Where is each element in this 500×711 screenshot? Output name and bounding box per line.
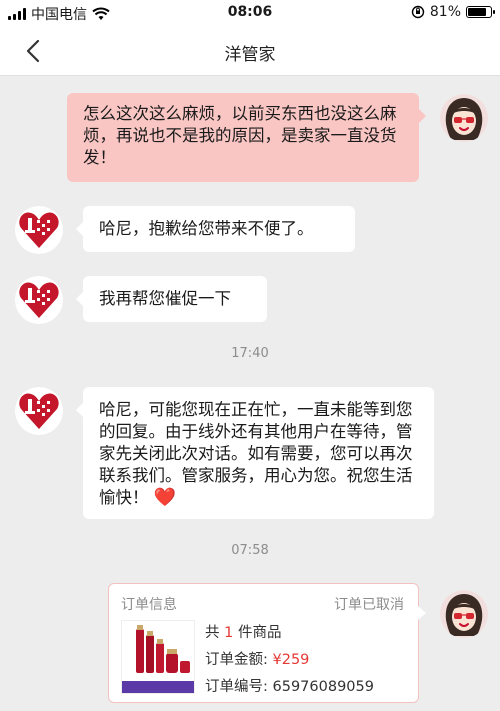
timestamp: 07:58 [231, 543, 269, 558]
order-number-label: 订单编号: [205, 679, 268, 695]
order-item-count: 共 1 件商品 [205, 621, 281, 642]
user-avatar[interactable] [440, 590, 488, 638]
message-text: 怎么这次这么麻烦，以前买东西也没这么麻烦，再说也不是我的原因，是卖家一直没货发！ [83, 104, 397, 167]
brand-logo-icon [15, 276, 63, 324]
message-bubble-self: 怎么这次这么麻烦，以前买东西也没这么麻烦，再说也不是我的原因，是卖家一直没货发！ [67, 93, 426, 182]
brand-logo-icon [15, 206, 63, 254]
order-card[interactable]: 订单信息 订单已取消 共 1 件商品 订单金额: ¥259 订单编号: 6597… [108, 583, 426, 703]
order-number-value: 65976089059 [272, 679, 374, 695]
message-bubble-agent: 哈尼，可能您现在正在忙，一直未能等到您的回复。由于线外还有其他用户在等待，管家先… [76, 387, 434, 519]
amount-value: ¥259 [272, 652, 310, 668]
brand-logo-icon [15, 387, 63, 435]
status-bar: 中国电信 08:06 81% [0, 0, 500, 26]
nav-bar: 洋管家 [0, 26, 500, 76]
order-status: 订单已取消 [334, 597, 404, 613]
order-amount: 订单金额: ¥259 [205, 648, 309, 669]
battery-icon [466, 6, 495, 18]
status-right: 81% [411, 4, 495, 20]
product-thumbnail[interactable] [121, 620, 195, 694]
battery-fill [468, 8, 486, 16]
message-bubble-agent: 哈尼，抱歉给您带来不便了。 [76, 206, 355, 252]
agent-avatar[interactable] [15, 206, 63, 254]
timestamp: 17:40 [231, 346, 269, 361]
agent-avatar[interactable] [15, 387, 63, 435]
count-prefix: 共 [205, 625, 220, 641]
chevron-left-icon[interactable] [20, 37, 48, 65]
product-image [122, 621, 194, 693]
heart-icon: ❤️ [153, 487, 177, 508]
message-text: 哈尼，抱歉给您带来不便了。 [99, 219, 314, 238]
order-number: 订单编号: 65976089059 [205, 675, 374, 696]
order-card-header: 订单信息 [121, 597, 177, 613]
rotation-lock-icon [411, 5, 425, 19]
amount-label: 订单金额: [205, 652, 268, 668]
agent-avatar[interactable] [15, 276, 63, 324]
message-text: 我再帮您催促一下 [99, 289, 231, 308]
count-value: 1 [224, 625, 234, 641]
message-text: 哈尼，可能您现在正在忙，一直未能等到您的回复。由于线外还有其他用户在等待，管家先… [99, 400, 413, 507]
message-bubble-agent: 我再帮您催促一下 [76, 276, 267, 322]
count-suffix: 件商品 [237, 625, 282, 641]
battery-percent: 81% [429, 4, 461, 20]
user-avatar[interactable] [440, 94, 488, 142]
page-title: 洋管家 [224, 45, 276, 65]
